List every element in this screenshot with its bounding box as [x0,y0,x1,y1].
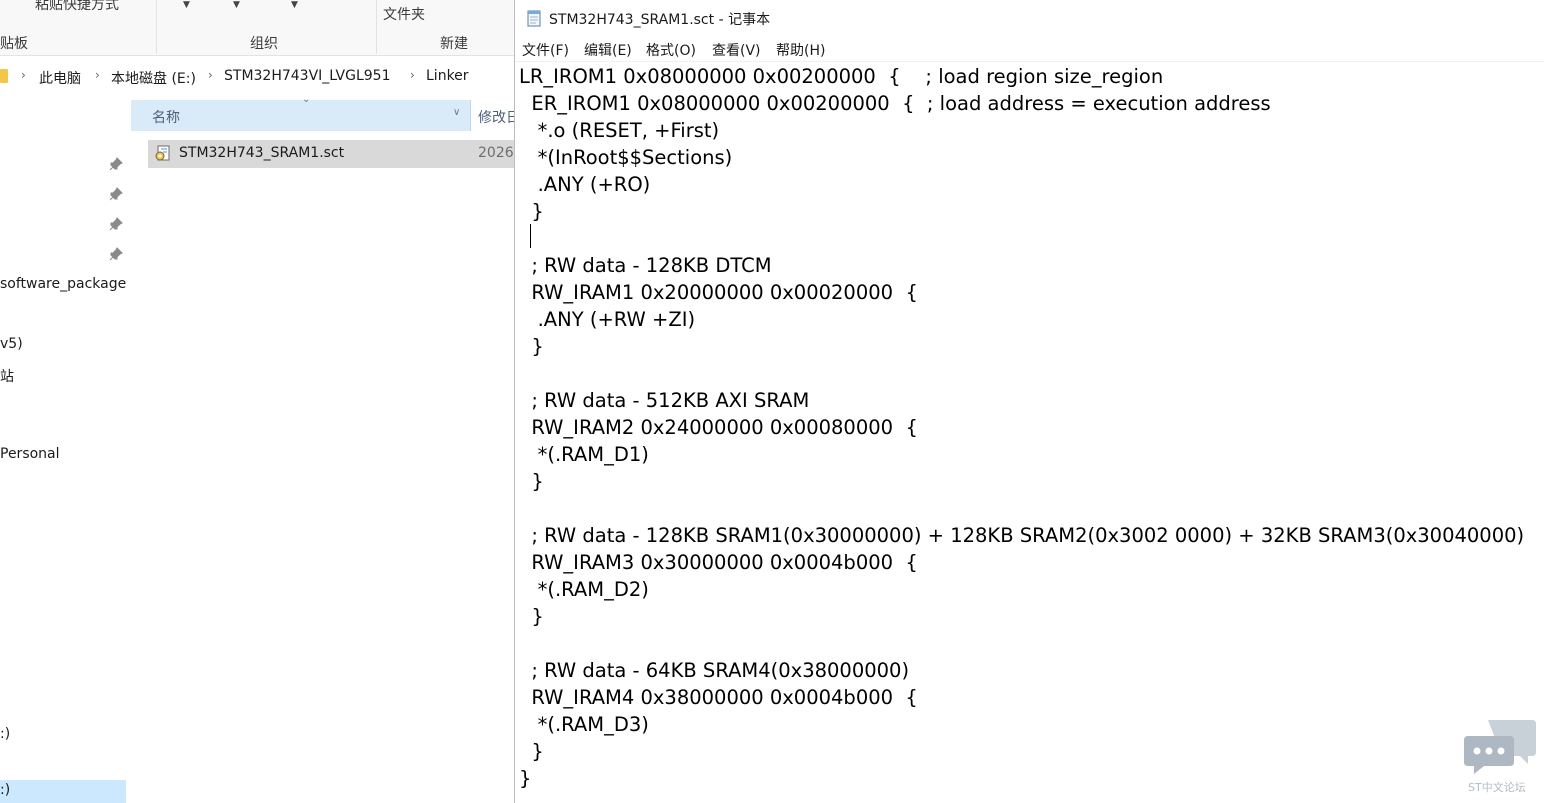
ribbon-divider [156,0,157,54]
pin-icon[interactable] [109,217,123,231]
file-row[interactable]: STM32H743_SRAM1.sct 2026 [148,140,514,168]
nav-item-selected[interactable]: :) [0,780,126,803]
code-line: ; RW data - 512KB AXI SRAM [519,389,810,412]
ribbon: 粘贴快捷方式 贴板 ▼ ▼ ▼ 组织 文件夹 新建 [0,0,514,56]
new-folder-button[interactable]: 文件夹 [383,4,425,24]
notepad-window: STM32H743_SRAM1.sct - 记事本 文件(F) 编辑(E) 格式… [514,0,1544,803]
breadcrumb-local-disk[interactable]: 本地磁盘 (E:) [111,68,196,88]
code-line: RW_IRAM1 0x20000000 0x00020000 { [519,281,918,304]
navigation-pane: software_package v5) 站 Personal :) :) [0,92,127,803]
nav-item[interactable]: v5) [0,336,23,352]
chevron-down-icon[interactable]: ∨ [453,107,460,118]
script-file-icon [155,145,170,161]
file-list-pane: ⌄ 名称 ∨ 修改日 STM32H743_SRAM1.sct 2026 [131,94,514,803]
code-line: } [519,200,544,223]
chevron-right-icon[interactable]: › [95,68,100,82]
column-header-name[interactable]: ⌄ 名称 ∨ [131,94,471,131]
breadcrumb-this-pc[interactable]: 此电脑 [39,68,81,88]
code-line: } [519,470,544,493]
code-line: } [519,740,544,763]
code-line: RW_IRAM2 0x24000000 0x00080000 { [519,416,918,439]
column-header-label: 修改日 [478,110,514,126]
chevron-right-icon[interactable]: › [208,68,213,82]
chevron-down-icon[interactable]: ▼ [291,0,298,10]
code-line: .ANY (+RW +ZI) [519,308,696,331]
code-line: *.o (RESET, +First) [519,119,720,142]
code-line: LR_IROM1 0x08000000 0x00200000 { ; load … [519,65,1164,88]
code-line: ER_IROM1 0x08000000 0x00200000 { ; load … [519,92,1271,115]
code-line: ; RW data - 128KB DTCM [519,254,772,277]
code-line: } [519,767,532,790]
window-title: STM32H743_SRAM1.sct - 记事本 [549,12,771,28]
code-line: } [519,605,544,628]
file-modified-date: 2026 [478,145,514,161]
clipboard-group-label: 贴板 [0,36,28,52]
chevron-right-icon[interactable]: › [410,68,415,82]
code-line: *(.RAM_D3) [519,713,649,736]
organize-group-label: 组织 [250,36,278,52]
pin-icon[interactable] [109,247,123,261]
text-editor[interactable]: LR_IROM1 0x08000000 0x00200000 { ; load … [515,62,1544,803]
menu-format[interactable]: 格式(O) [646,40,696,60]
chevron-down-icon[interactable]: ▼ [233,0,240,10]
menu-file[interactable]: 文件(F) [522,40,569,60]
nav-item[interactable]: :) [0,726,10,742]
code-line: RW_IRAM4 0x38000000 0x0004b000 { [519,686,918,709]
code-line: *(.RAM_D2) [519,578,649,601]
menu-bar: 文件(F) 编辑(E) 格式(O) 查看(V) 帮助(H) [515,38,1544,62]
text-caret [530,224,531,248]
code-line: RW_IRAM3 0x30000000 0x0004b000 { [519,551,918,574]
chat-bubbles-icon [1464,720,1536,774]
pin-icon[interactable] [109,187,123,201]
column-header-modified[interactable]: 修改日 [472,100,514,131]
breadcrumb-project[interactable]: STM32H743VI_LVGL951 [224,68,391,84]
column-header-label: 名称 [152,110,180,126]
paste-shortcut-button[interactable]: 粘贴快捷方式 [35,0,119,14]
code-line: *(.RAM_D1) [519,443,649,466]
code-line: ; RW data - 128KB SRAM1(0x30000000) + 12… [519,524,1525,547]
watermark-text: ST中文论坛 [1468,781,1526,794]
menu-help[interactable]: 帮助(H) [776,40,825,60]
menu-edit[interactable]: 编辑(E) [584,40,632,60]
code-line: ; RW data - 64KB SRAM4(0x38000000) [519,659,910,682]
forum-watermark: ST中文论坛 [1462,718,1542,798]
file-explorer-window: 粘贴快捷方式 贴板 ▼ ▼ ▼ 组织 文件夹 新建 › 此电脑 › 本地磁盘 (… [0,0,514,803]
nav-item: :) [0,782,11,798]
title-bar[interactable]: STM32H743_SRAM1.sct - 记事本 [515,0,1544,37]
pin-icon[interactable] [109,157,123,171]
breadcrumb-linker[interactable]: Linker [426,68,469,84]
notepad-icon [527,10,541,27]
nav-item[interactable]: software_package [0,276,126,292]
sort-chevron-icon: ⌄ [302,94,311,105]
new-group-label: 新建 [440,36,468,52]
code-line: .ANY (+RO) [519,173,651,196]
chevron-right-icon[interactable]: › [21,68,26,82]
code-line: } [519,335,544,358]
file-name: STM32H743_SRAM1.sct [179,145,345,161]
chevron-down-icon[interactable]: ▼ [183,0,190,10]
nav-item[interactable]: 站 [0,366,14,386]
ribbon-divider [376,0,377,54]
address-bar[interactable]: › 此电脑 › 本地磁盘 (E:) › STM32H743VI_LVGL951 … [0,60,514,92]
menu-view[interactable]: 查看(V) [712,40,761,60]
nav-item[interactable]: Personal [0,446,60,462]
code-line: *(InRoot$$Sections) [519,146,733,169]
